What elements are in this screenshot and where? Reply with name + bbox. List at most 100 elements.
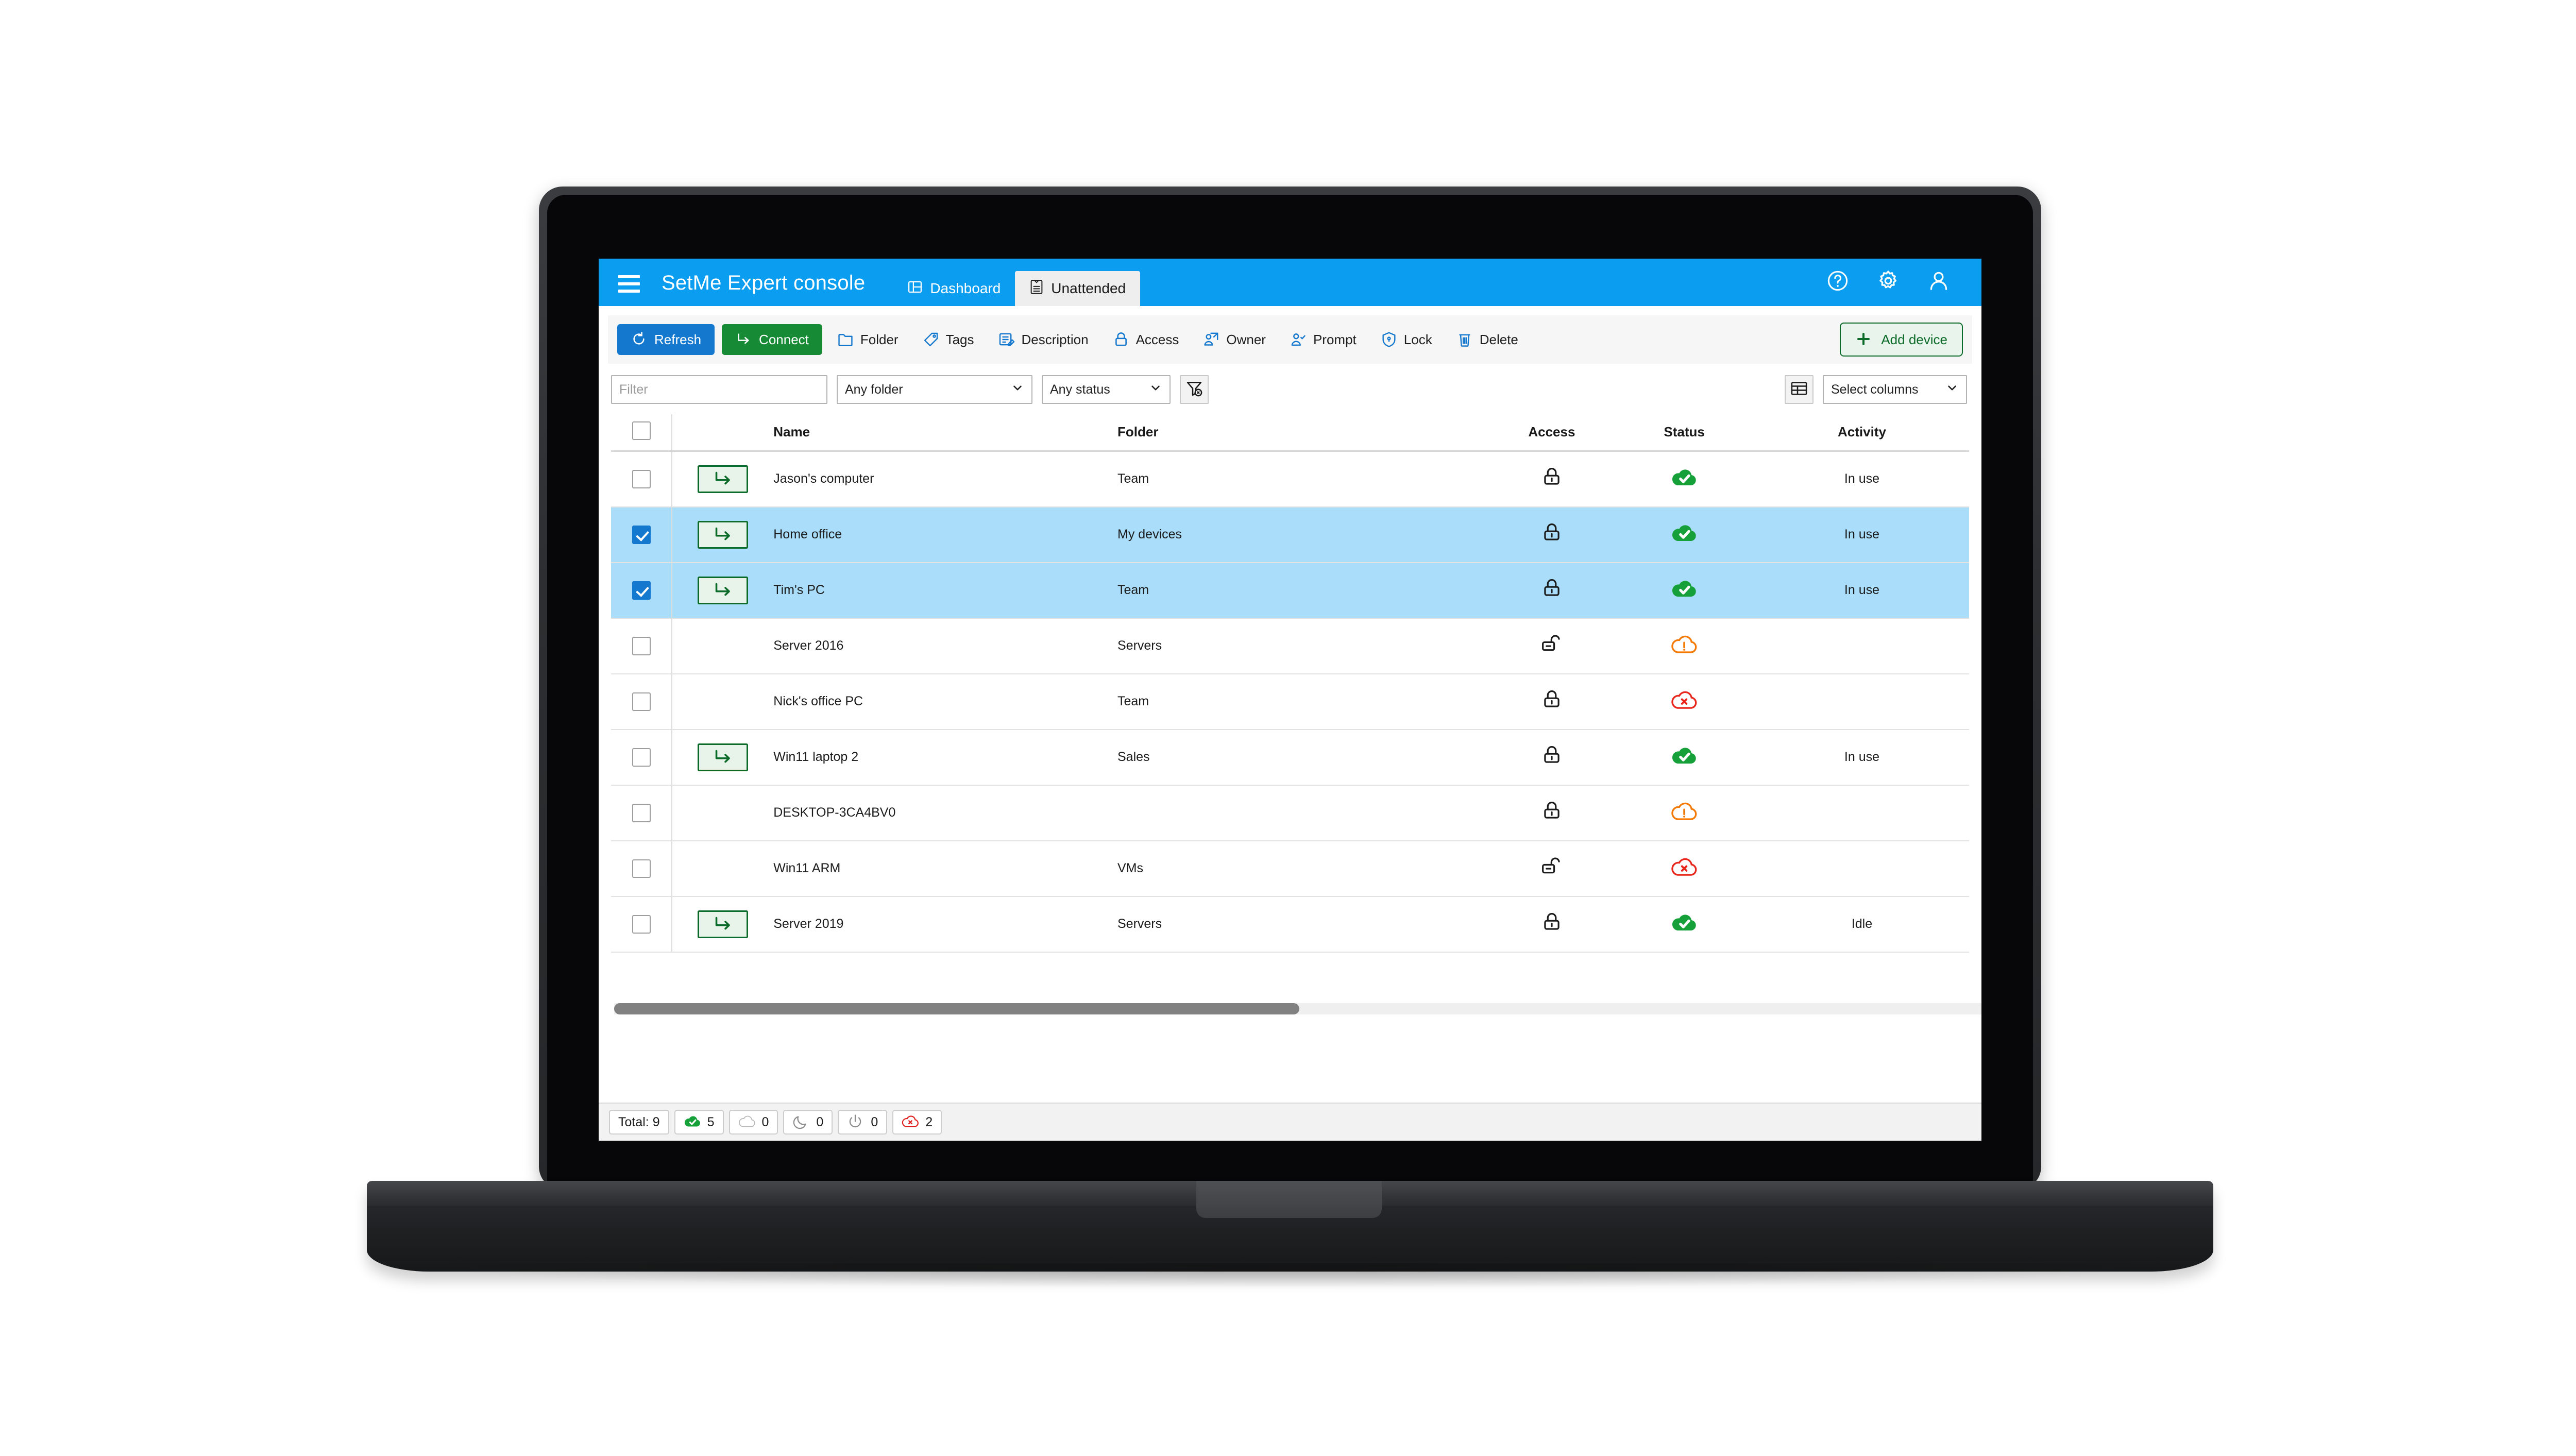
select-all-checkbox[interactable] [632,421,651,440]
connect-button[interactable]: Connect [722,324,822,355]
lock-button[interactable]: Lock [1371,324,1442,355]
horizontal-scrollbar[interactable] [614,1003,1981,1014]
cell-activity: In use [1754,506,1969,563]
select-columns-value: Select columns [1831,382,1919,397]
chevron-down-icon [1149,381,1162,398]
row-select-cell [611,896,673,953]
table-row[interactable]: Home office My devices In use [611,506,1969,563]
connect-arrow-icon [735,331,753,348]
description-button[interactable]: Description [989,324,1098,355]
row-select-cell [611,506,673,563]
device-table: Name Folder Access Status Activity Jason… [611,414,1969,953]
clear-filter-button[interactable] [1180,375,1209,404]
tab-bar: Dashboard Unattended [893,259,1141,306]
filter-input[interactable]: Filter [611,375,827,404]
description-label: Description [1021,331,1089,347]
table-row[interactable]: Server 2016 Servers [611,618,1969,674]
add-device-button[interactable]: Add device [1840,323,1963,357]
column-header-name[interactable]: Name [773,414,1117,452]
chevron-down-icon [1011,381,1024,398]
cell-name: Jason's computer [773,451,1117,507]
row-checkbox[interactable] [632,748,651,767]
table-row[interactable]: Tim's PC Team In use [611,562,1969,619]
dashboard-icon [907,279,923,298]
folder-button[interactable]: Folder [827,324,908,355]
laptop-screen: SetMe Expert console Dashboard Unattende… [599,259,1981,1141]
row-checkbox[interactable] [632,803,651,822]
row-connect-button[interactable] [698,910,749,938]
cell-name: Home office [773,506,1117,563]
cell-status [1614,562,1755,619]
connect-column-header [672,414,774,452]
row-checkbox[interactable] [632,469,651,488]
poweroff-count-pill[interactable]: 0 [838,1110,888,1135]
folder-label: Folder [860,331,899,347]
column-header-access[interactable]: Access [1489,414,1614,452]
gear-icon[interactable] [1876,269,1900,293]
row-checkbox[interactable] [632,525,651,544]
lock-label: Lock [1403,331,1432,347]
page-title: SetMe Expert console [662,272,866,294]
row-connect-button[interactable] [698,465,749,493]
access-button[interactable]: Access [1103,324,1189,355]
column-header-status[interactable]: Status [1614,414,1755,452]
table-row[interactable]: Win11 ARM VMs [611,840,1969,897]
cell-access [1489,451,1614,507]
tab-unattended[interactable]: Unattended [1015,271,1141,306]
row-connect-button[interactable] [698,576,749,604]
row-checkbox[interactable] [632,859,651,878]
filter-bar: Filter Any folder Any status Select colu… [599,364,1981,414]
offline-count-pill[interactable]: 0 [728,1110,778,1135]
table-row[interactable]: DESKTOP-3CA4BV0 [611,785,1969,841]
cloud-warning-icon [1671,635,1698,659]
user-account-icon[interactable] [1927,269,1951,293]
sleep-count-pill[interactable]: 0 [783,1110,833,1135]
plus-icon [1855,331,1873,348]
cloud-error-icon [902,1113,919,1131]
grid-view-button[interactable] [1785,375,1814,404]
row-connect-button[interactable] [698,520,749,549]
cell-access [1489,785,1614,841]
row-checkbox[interactable] [632,581,651,600]
tags-button[interactable]: Tags [913,324,984,355]
delete-button[interactable]: Delete [1447,324,1528,355]
sleep-count-value: 0 [816,1114,824,1129]
owner-button[interactable]: Owner [1193,324,1275,355]
row-checkbox[interactable] [632,692,651,711]
toolbar-wrapper: Refresh Connect Folder Tags Description … [599,306,1981,364]
list-icon [1029,279,1044,298]
hamburger-menu-icon[interactable] [618,275,640,293]
description-edit-icon [998,331,1015,348]
table-scroll-region [611,953,1981,1014]
clear-filter-icon [1185,379,1204,400]
table-row[interactable]: Nick's office PC Team [611,673,1969,730]
refresh-button[interactable]: Refresh [617,324,715,355]
cell-name: DESKTOP-3CA4BV0 [773,785,1117,841]
cell-folder: Team [1117,562,1490,619]
table-row[interactable]: Jason's computer Team In use [611,451,1969,507]
app-header: SetMe Expert console Dashboard Unattende… [599,259,1981,306]
lock-closed-icon [1112,331,1130,348]
tab-dashboard-label: Dashboard [930,280,1001,296]
scrollbar-thumb[interactable] [614,1003,1299,1014]
prompt-button[interactable]: Prompt [1280,324,1366,355]
online-count-pill[interactable]: 5 [674,1110,724,1135]
cell-folder: Servers [1117,618,1490,674]
select-columns-dropdown[interactable]: Select columns [1823,375,1967,404]
cloud-warning-icon [1671,802,1698,826]
table-row[interactable]: Win11 laptop 2 Sales In use [611,729,1969,786]
status-select[interactable]: Any status [1042,375,1171,404]
table-row[interactable]: Server 2019 Servers Idle [611,896,1969,953]
error-count-pill[interactable]: 2 [892,1110,942,1135]
column-header-folder[interactable]: Folder [1117,414,1490,452]
row-connect-button[interactable] [698,743,749,771]
folder-select[interactable]: Any folder [837,375,1032,404]
row-connect-cell [672,785,774,841]
row-checkbox[interactable] [632,636,651,655]
row-select-cell [611,729,673,786]
help-icon[interactable] [1826,269,1850,293]
column-header-activity[interactable]: Activity [1754,414,1969,452]
cell-access [1489,840,1614,897]
tab-dashboard[interactable]: Dashboard [893,271,1015,306]
row-checkbox[interactable] [632,915,651,934]
